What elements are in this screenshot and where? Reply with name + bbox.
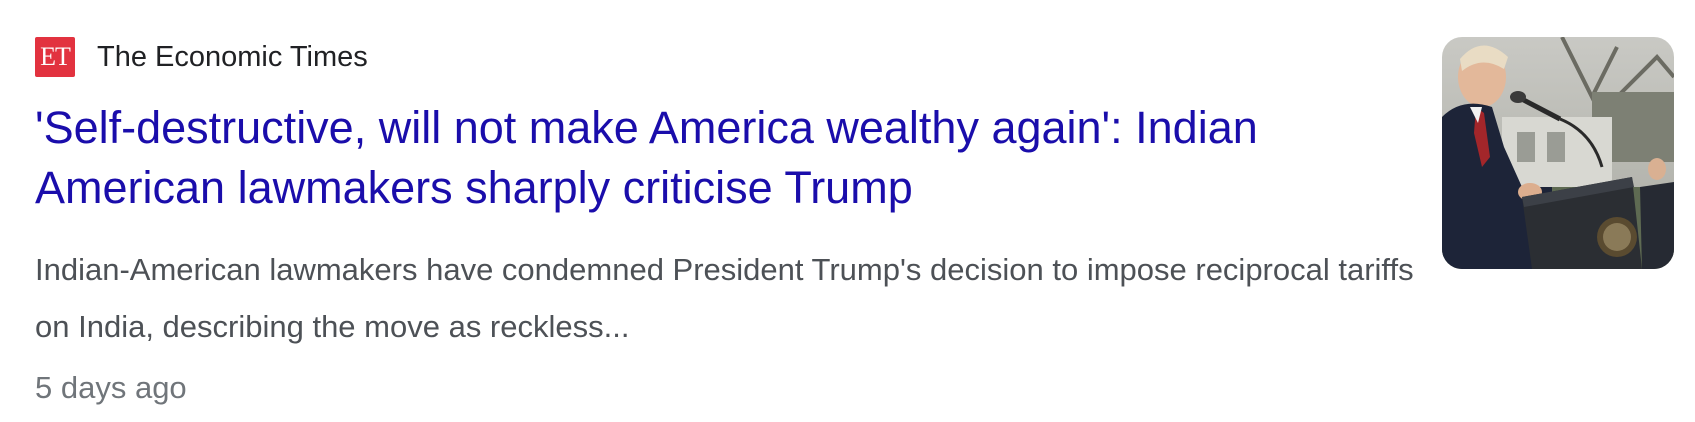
thumbnail-image[interactable] — [1442, 37, 1674, 269]
source-logo-icon: ET — [35, 37, 75, 77]
headline-link[interactable]: 'Self-destructive, will not make America… — [35, 98, 1435, 218]
timestamp: 5 days ago — [35, 370, 187, 405]
snippet-text: Indian-American lawmakers have condemned… — [35, 252, 1414, 344]
news-photo-icon — [1442, 37, 1674, 269]
news-result-card[interactable]: ET The Economic Times 'Self-destructive,… — [0, 0, 1695, 422]
source-name: The Economic Times — [97, 40, 368, 73]
source-logo-text: ET — [40, 42, 71, 71]
source-row: ET The Economic Times — [35, 37, 368, 77]
